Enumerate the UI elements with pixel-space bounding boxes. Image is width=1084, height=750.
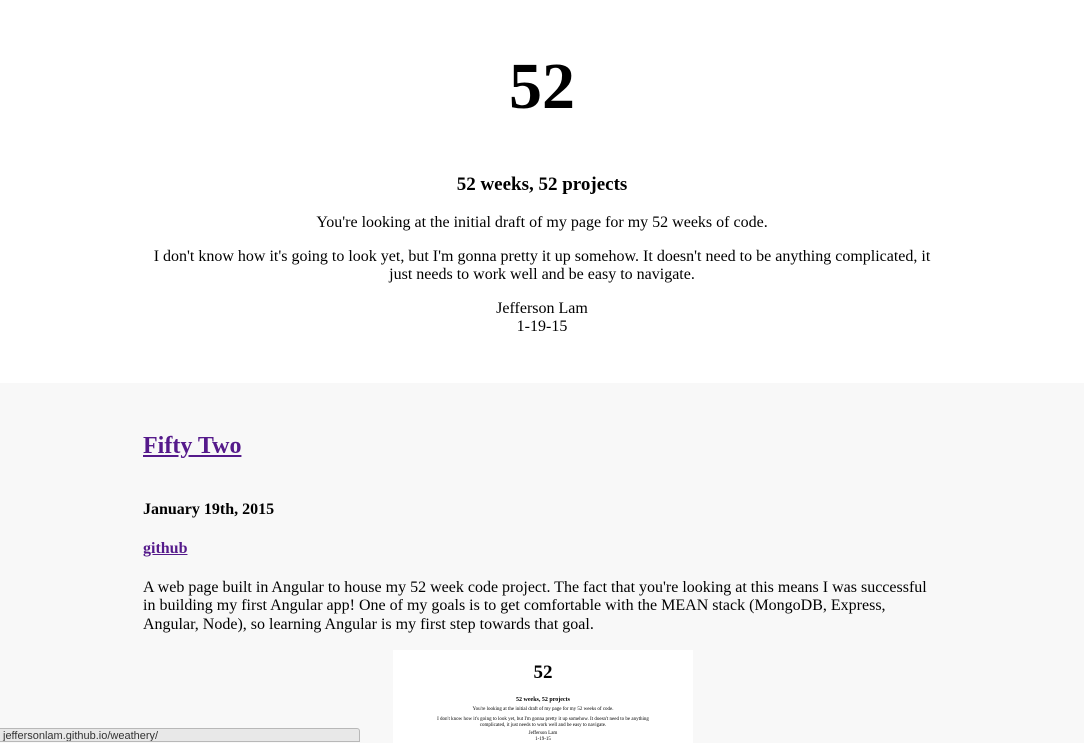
project-screenshot: 52 52 weeks, 52 projects You're looking … <box>393 650 693 750</box>
author-name: Jefferson Lam <box>496 300 588 317</box>
page-title: 52 <box>509 50 575 123</box>
screenshot-intro-2: I don't know how it's going to look yet,… <box>437 717 649 728</box>
screenshot-signature: Jefferson Lam 1-19-15 <box>393 731 693 743</box>
project-description: A web page built in Angular to house my … <box>143 579 927 633</box>
screenshot-title: 52 <box>533 662 553 683</box>
signature: Jefferson Lam 1-19-15 <box>0 300 1084 336</box>
project-title: Fifty Two <box>143 432 241 460</box>
github-link[interactable]: github <box>143 540 187 557</box>
screenshot-subtitle: 52 weeks, 52 projects <box>516 697 570 703</box>
page-header: 52 52 weeks, 52 projects You're looking … <box>0 0 1084 383</box>
page-subtitle: 52 weeks, 52 projects <box>456 174 628 195</box>
project-date: January 19th, 2015 <box>143 501 275 518</box>
signature-date: 1-19-15 <box>516 318 568 335</box>
github-link-container: github <box>143 539 187 559</box>
projects-section: Fifty Two January 19th, 2015 github A we… <box>0 383 1084 750</box>
intro-paragraph-2: I don't know how it's going to look yet,… <box>153 248 931 283</box>
screenshot-date: 1-19-15 <box>535 737 551 742</box>
project-title-link[interactable]: Fifty Two <box>143 433 241 459</box>
intro-paragraph-1: You're looking at the initial draft of m… <box>316 214 768 231</box>
screenshot-intro-1: You're looking at the initial draft of m… <box>472 707 614 712</box>
browser-status-bar: jeffersonlam.github.io/weathery/ <box>0 728 360 742</box>
